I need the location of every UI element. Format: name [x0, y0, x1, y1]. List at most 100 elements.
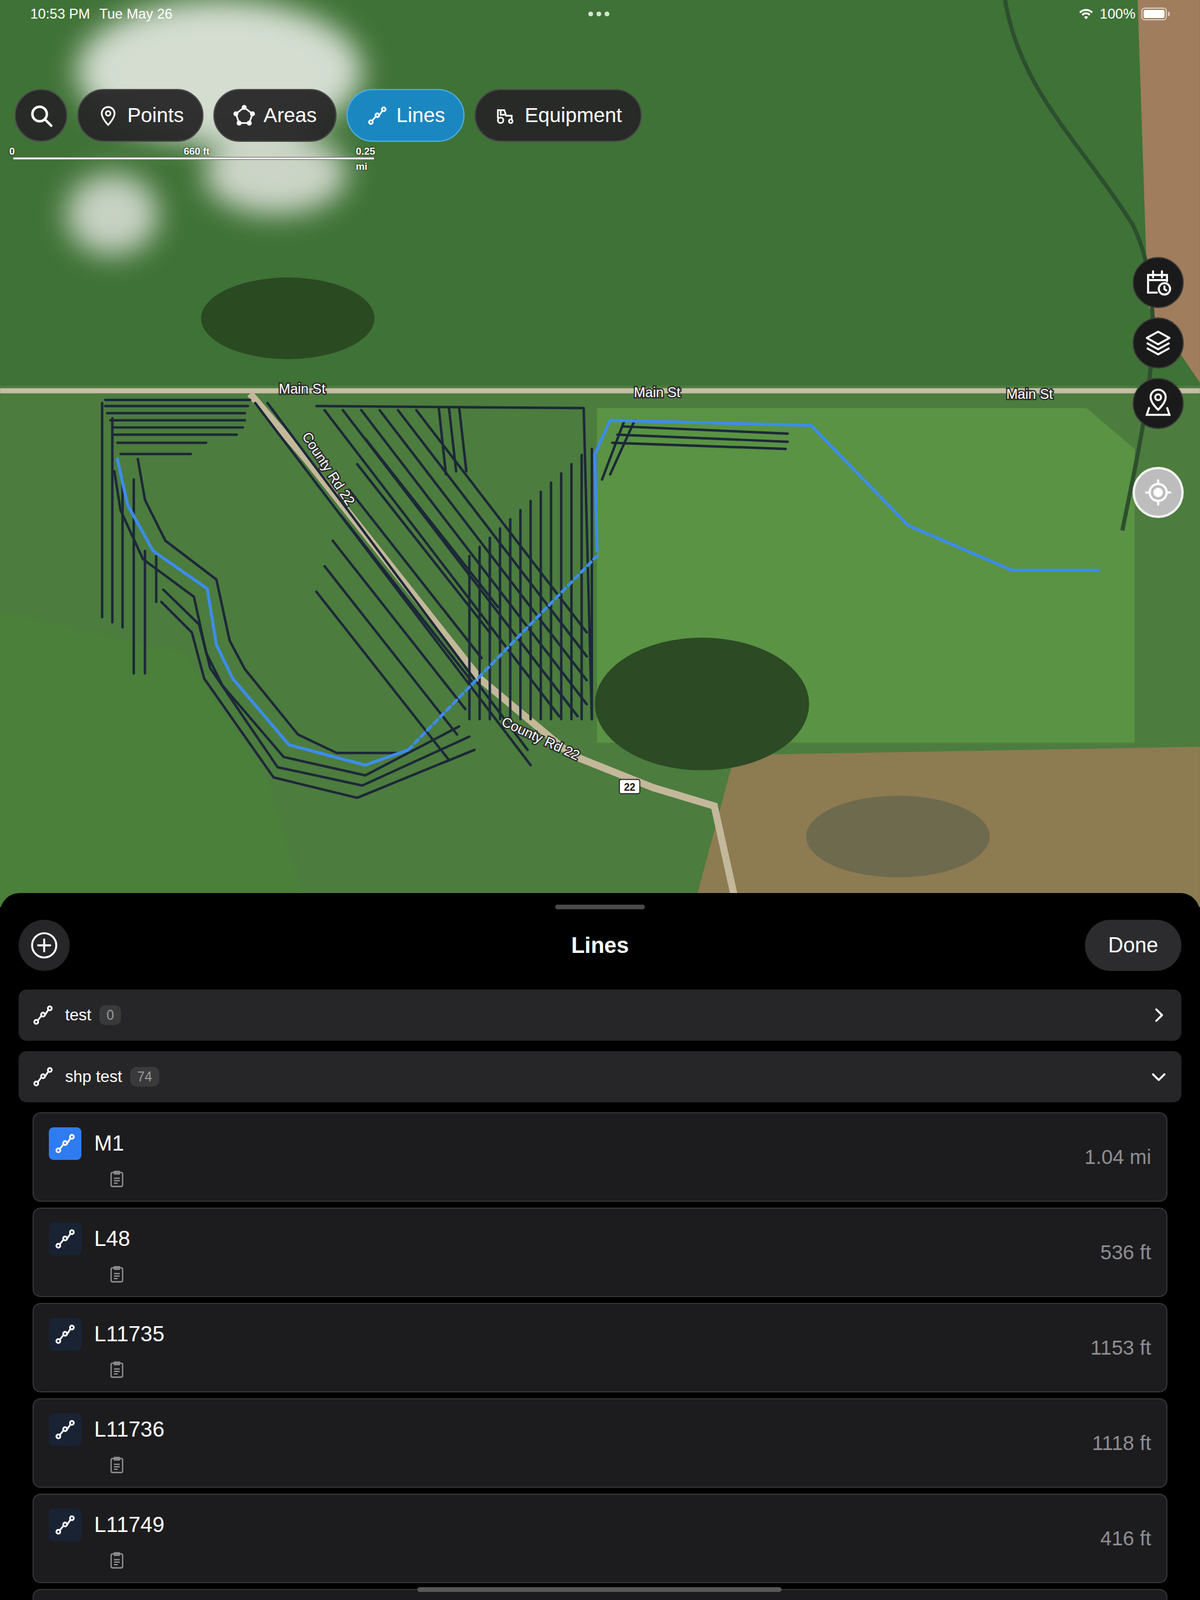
history-button[interactable] — [1132, 256, 1184, 309]
drain-line — [478, 547, 481, 720]
drain-line — [459, 408, 467, 472]
icon-part — [69, 1516, 74, 1521]
selected-line — [117, 459, 409, 766]
filter-chip[interactable]: Equipment — [474, 88, 642, 142]
icon-part — [31, 1003, 55, 1027]
road-label: Main St — [1006, 386, 1054, 402]
notes-button[interactable] — [106, 1359, 165, 1380]
group-name: test — [65, 1002, 92, 1028]
drain-line — [112, 426, 244, 429]
battery-icon — [1141, 7, 1170, 21]
icon-part — [1143, 388, 1174, 419]
lines-sheet: Lines Done test0 shp test74 M11.04 miL48536 … — [0, 893, 1200, 1600]
notes-icon — [106, 1359, 127, 1380]
line-row[interactable]: M11.04 mi — [32, 1112, 1168, 1202]
line-row-title: L11735 — [48, 1318, 165, 1351]
icon-part — [56, 1148, 61, 1153]
pin-icon — [97, 104, 120, 127]
icon-part — [53, 1513, 77, 1537]
my-location-pin-button[interactable] — [1132, 377, 1184, 430]
icon-part — [372, 110, 382, 121]
notes-icon — [106, 1169, 127, 1189]
drain-line — [559, 473, 563, 720]
group-row[interactable]: test0 — [18, 989, 1182, 1041]
icon-part — [37, 1009, 49, 1021]
line-row-main: L11749 — [48, 1494, 165, 1571]
layers-button[interactable] — [1132, 317, 1184, 369]
filter-label: Equipment — [524, 100, 622, 131]
road — [250, 393, 737, 907]
icon-part — [1147, 331, 1170, 345]
line-name: M1 — [94, 1127, 124, 1160]
battery-tip — [1168, 11, 1170, 17]
icon-part — [247, 120, 252, 125]
notes-button[interactable] — [106, 1550, 165, 1571]
icon-part — [498, 117, 505, 124]
trees — [594, 637, 810, 771]
drain-line — [114, 433, 238, 436]
line-row[interactable]: L11736 1118 ft — [32, 1398, 1168, 1488]
map[interactable]: Main StMain StMain StCounty Rd 22County … — [0, 0, 1200, 907]
icon-part — [63, 1141, 68, 1146]
icon-part — [1164, 286, 1167, 291]
cloud — [66, 173, 159, 255]
drain-line — [316, 591, 449, 761]
field — [0, 0, 1200, 386]
drain-line — [324, 409, 560, 716]
multitask-dots[interactable] — [588, 11, 610, 17]
search-button[interactable] — [14, 88, 68, 142]
icon-part — [63, 1331, 68, 1337]
drain-line — [121, 479, 124, 628]
icon-part — [1143, 267, 1174, 298]
icon-part — [63, 1522, 68, 1527]
icon-part — [59, 1519, 71, 1531]
icon-part — [97, 104, 120, 127]
line-length: 1118 ft — [1091, 1427, 1152, 1459]
icon-part — [1150, 389, 1166, 410]
group-row[interactable]: shp test74 — [18, 1051, 1182, 1103]
notes-button[interactable] — [106, 1455, 165, 1475]
drain-line — [622, 426, 788, 434]
line-row-main: L11735 — [48, 1304, 165, 1380]
drain-line — [356, 463, 490, 633]
home-indicator[interactable] — [417, 1587, 782, 1592]
line-icon — [31, 1003, 55, 1027]
icon-part — [1147, 407, 1170, 416]
line-row-title: L11736 — [48, 1413, 165, 1446]
sheet-title: Lines — [570, 929, 629, 963]
filter-chip[interactable]: Areas — [213, 88, 337, 142]
icon-part — [1149, 483, 1167, 501]
scale-bar: 0660 ft0.25 mi — [9, 144, 382, 166]
icon-part — [375, 113, 380, 117]
locate-button[interactable] — [1132, 466, 1184, 519]
locate-icon — [1143, 477, 1173, 507]
line-row[interactable]: L11749416 ft — [32, 1493, 1168, 1584]
dot — [604, 11, 610, 17]
filter-label: Points — [127, 100, 184, 131]
icon-part — [251, 111, 255, 116]
line-row-main: M1 — [48, 1113, 127, 1189]
icon-part — [29, 930, 59, 960]
chevron-right-icon — [1148, 1005, 1169, 1025]
icon-part — [53, 1418, 77, 1442]
filter-chip[interactable]: Points — [77, 88, 204, 142]
plus-icon — [29, 930, 59, 960]
battery-fill — [1143, 9, 1165, 19]
drain-line — [361, 409, 587, 705]
icon-part — [1155, 394, 1162, 400]
sheet-grabber[interactable] — [555, 904, 645, 910]
icon-part — [1156, 1009, 1163, 1021]
notes-icon — [106, 1264, 127, 1285]
road-label: County Rd 22 — [499, 713, 582, 764]
icon-part — [34, 1019, 39, 1024]
line-row[interactable]: L117351153 ft — [32, 1302, 1168, 1393]
notes-button[interactable] — [106, 1169, 127, 1189]
drain-line — [398, 409, 588, 656]
line-row[interactable]: L48536 ft — [32, 1207, 1168, 1298]
filter-chip[interactable]: Lines — [346, 88, 466, 142]
done-button[interactable]: Done — [1084, 919, 1182, 971]
icon-part — [237, 120, 242, 125]
icon-part — [1158, 283, 1171, 295]
notes-button[interactable] — [106, 1264, 131, 1285]
add-button[interactable] — [18, 919, 70, 971]
